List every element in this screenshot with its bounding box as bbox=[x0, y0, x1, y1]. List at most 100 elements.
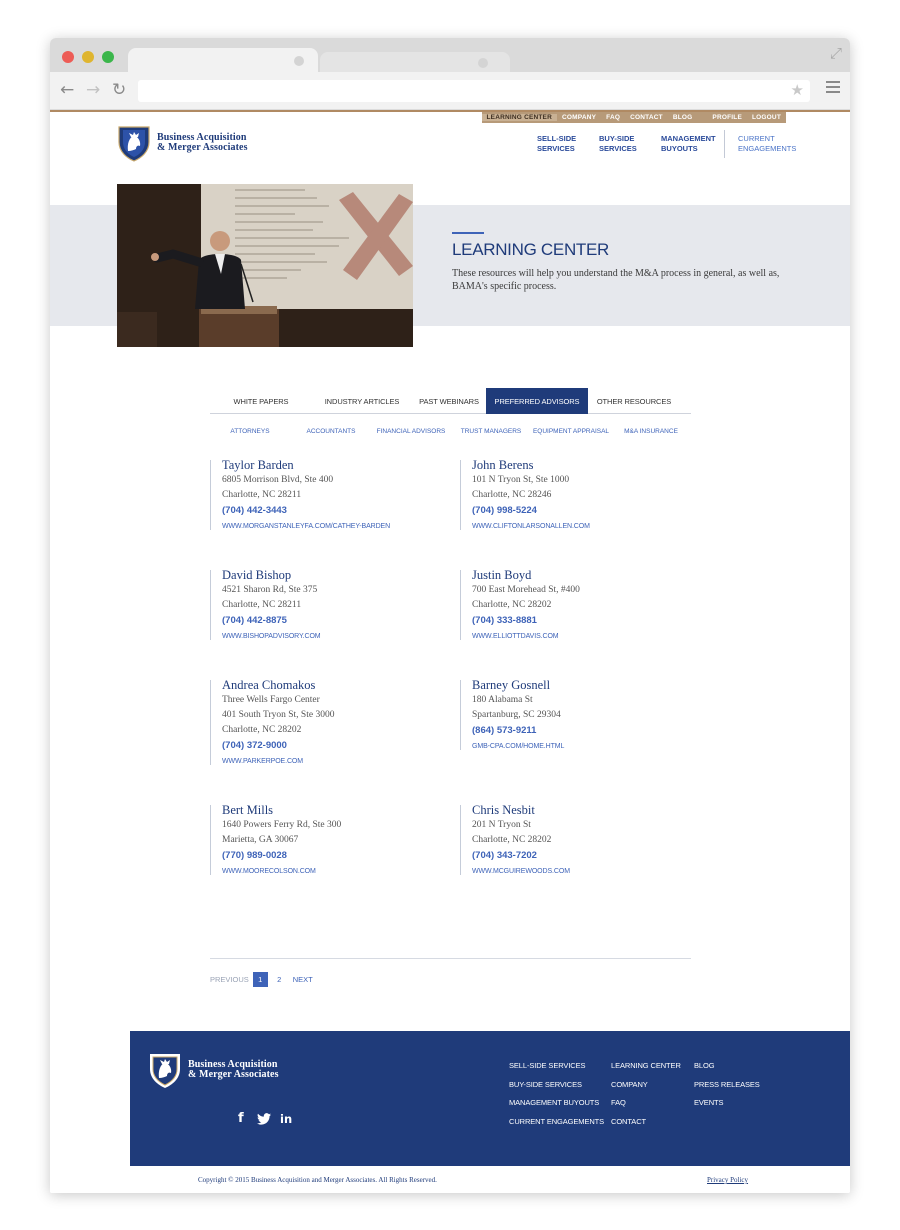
footer-link[interactable]: LEARNING CENTER bbox=[611, 1061, 681, 1080]
advisor-phone-link[interactable]: (770) 989-0028 bbox=[222, 848, 440, 863]
nav-buy-side-services[interactable]: BUY-SIDE SERVICES bbox=[599, 134, 637, 154]
website: LEARNING CENTER COMPANY FAQ CONTACT BLOG… bbox=[50, 110, 850, 1193]
footer-link[interactable]: MANAGEMENT BUYOUTS bbox=[509, 1098, 604, 1117]
advisor-name: Andrea Chomakos bbox=[222, 678, 316, 692]
advisor-website-link[interactable]: WWW.MCGUIREWOODS.COM bbox=[472, 868, 690, 875]
utility-nav: LEARNING CENTER COMPANY FAQ CONTACT BLOG… bbox=[481, 112, 786, 123]
tab-industry-articles[interactable]: INDUSTRY ARTICLES bbox=[312, 388, 412, 414]
advisor-name: Barney Gosnell bbox=[472, 678, 551, 692]
forward-arrow-icon[interactable]: → bbox=[86, 80, 100, 100]
browser-tab-active[interactable] bbox=[128, 48, 318, 74]
utility-link-blog[interactable]: BLOG bbox=[668, 114, 698, 121]
advisor-address-line: Spartanburg, SC 29304 bbox=[472, 710, 561, 720]
footer-link[interactable]: EVENTS bbox=[694, 1098, 760, 1117]
advisor-website-link[interactable]: WWW.PARKERPOE.COM bbox=[222, 758, 440, 765]
advisor-address-line: Charlotte, NC 28211 bbox=[222, 600, 302, 610]
subtab-trust-managers[interactable]: TRUST MANAGERS bbox=[461, 428, 522, 435]
fullscreen-icon[interactable]: ⤢ bbox=[830, 44, 842, 62]
utility-link-faq[interactable]: FAQ bbox=[601, 114, 625, 121]
subtab-attorneys[interactable]: ATTORNEYS bbox=[230, 428, 269, 435]
subtab-equipment-appraisal[interactable]: EQUIPMENT APPRAISAL bbox=[533, 428, 609, 435]
nav-label: SERVICES bbox=[599, 144, 637, 153]
site-logo[interactable]: Business Acquisition & Merger Associates bbox=[117, 124, 248, 162]
hamburger-menu-icon[interactable] bbox=[826, 81, 840, 96]
footer-link[interactable]: SELL-SIDE SERVICES bbox=[509, 1061, 604, 1080]
tab-past-webinars[interactable]: PAST WEBINARS bbox=[412, 388, 486, 414]
reload-icon[interactable]: ↻ bbox=[112, 80, 126, 100]
footer-link[interactable]: FAQ bbox=[611, 1098, 681, 1117]
advisor-website-link[interactable]: WWW.CLIFTONLARSONALLEN.COM bbox=[472, 523, 690, 530]
advisor-name: Justin Boyd bbox=[472, 568, 532, 582]
footer-column-news: BLOG PRESS RELEASES EVENTS bbox=[694, 1061, 760, 1117]
facebook-icon[interactable]: f bbox=[238, 1111, 244, 1126]
footer-link[interactable]: CURRENT ENGAGEMENTS bbox=[509, 1117, 604, 1136]
advisor-phone-link[interactable]: (704) 333-8881 bbox=[472, 613, 690, 628]
nav-management-buyouts[interactable]: MANAGEMENT BUYOUTS bbox=[661, 134, 716, 154]
linkedin-icon[interactable]: in bbox=[280, 1112, 292, 1126]
footer-logo-line-2: & Merger Associates bbox=[188, 1069, 279, 1080]
subtab-financial-advisors[interactable]: FINANCIAL ADVISORS bbox=[377, 428, 446, 435]
footer-link[interactable]: COMPANY bbox=[611, 1080, 681, 1099]
maximize-window-button[interactable] bbox=[102, 51, 114, 63]
advisor-website-link[interactable]: WWW.MOORECOLSON.COM bbox=[222, 868, 440, 875]
subtab-accountants[interactable]: ACCOUNTANTS bbox=[307, 428, 356, 435]
advisor-website-link[interactable]: GMB-CPA.COM/HOME.HTML bbox=[472, 743, 690, 750]
star-icon[interactable]: ★ bbox=[791, 81, 804, 99]
advisor-address-line: 1640 Powers Ferry Rd, Ste 300 bbox=[222, 820, 342, 830]
advisor-website-link[interactable]: WWW.MORGANSTANLEYFA.COM/CATHEY-BARDEN bbox=[222, 523, 440, 530]
copyright-text: Copyright © 2015 Business Acquisition an… bbox=[198, 1176, 437, 1184]
pagination-next[interactable]: NEXT bbox=[293, 975, 313, 984]
utility-link-contact[interactable]: CONTACT bbox=[625, 114, 668, 121]
close-window-button[interactable] bbox=[62, 51, 74, 63]
advisor-address-line: Charlotte, NC 28211 bbox=[222, 490, 302, 500]
tab-other-resources[interactable]: OTHER RESOURCES bbox=[588, 388, 680, 414]
advisor-phone-link[interactable]: (704) 343-7202 bbox=[472, 848, 690, 863]
utility-link-logout[interactable]: LOGOUT bbox=[747, 114, 786, 121]
utility-link-learning-center[interactable]: LEARNING CENTER bbox=[481, 114, 557, 121]
subtab-ma-insurance[interactable]: M&A INSURANCE bbox=[624, 428, 678, 435]
advisor-name: John Berens bbox=[472, 458, 534, 472]
pagination: PREVIOUS 1 2 NEXT bbox=[210, 972, 313, 987]
lion-shield-logo-icon bbox=[150, 1054, 180, 1088]
advisor-phone-link[interactable]: (864) 573-9211 bbox=[472, 723, 690, 738]
minimize-window-button[interactable] bbox=[82, 51, 94, 63]
nav-label: CURRENT bbox=[738, 134, 775, 143]
footer-column-company: LEARNING CENTER COMPANY FAQ CONTACT bbox=[611, 1061, 681, 1135]
nav-sell-side-services[interactable]: SELL-SIDE SERVICES bbox=[537, 134, 576, 154]
advisor-address-line: 6805 Morrison Blvd, Ste 400 bbox=[222, 475, 334, 485]
hero-title-accent bbox=[452, 232, 484, 234]
hero-photo bbox=[117, 184, 413, 347]
footer-link[interactable]: BLOG bbox=[694, 1061, 760, 1080]
logo-line-2: & Merger Associates bbox=[157, 142, 248, 153]
utility-link-profile[interactable]: PROFILE bbox=[707, 114, 747, 121]
advisor-name: Bert Mills bbox=[222, 803, 274, 817]
back-arrow-icon[interactable]: ← bbox=[60, 80, 74, 100]
pagination-page-2[interactable]: 2 bbox=[272, 972, 287, 987]
advisor-website-link[interactable]: WWW.BISHOPADVISORY.COM bbox=[222, 633, 440, 640]
advisor-phone-link[interactable]: (704) 442-3443 bbox=[222, 503, 440, 518]
advisor-phone-link[interactable]: (704) 372-9000 bbox=[222, 738, 440, 753]
utility-link-company[interactable]: COMPANY bbox=[557, 114, 601, 121]
footer-link[interactable]: CONTACT bbox=[611, 1117, 681, 1136]
nav-label: BUY-SIDE bbox=[599, 134, 635, 143]
advisor-name: David Bishop bbox=[222, 568, 292, 582]
browser-toolbar: ← → ↻ ★ bbox=[50, 72, 850, 110]
tab-preferred-advisors[interactable]: PREFERRED ADVISORS bbox=[486, 388, 588, 414]
footer-logo[interactable]: Business Acquisition & Merger Associates bbox=[148, 1051, 279, 1089]
nav-current-engagements[interactable]: CURRENT ENGAGEMENTS bbox=[738, 134, 796, 154]
advisor-phone-link[interactable]: (704) 442-8875 bbox=[222, 613, 440, 628]
nav-label: ENGAGEMENTS bbox=[738, 144, 797, 153]
pagination-previous[interactable]: PREVIOUS bbox=[210, 975, 249, 984]
privacy-policy-link[interactable]: Privacy Policy bbox=[707, 1176, 748, 1184]
twitter-icon[interactable] bbox=[257, 1113, 271, 1125]
advisor-website-link[interactable]: WWW.ELLIOTTDAVIS.COM bbox=[472, 633, 690, 640]
advisor-phone-link[interactable]: (704) 998-5224 bbox=[472, 503, 690, 518]
address-bar[interactable]: ★ bbox=[138, 80, 810, 102]
browser-tab[interactable] bbox=[320, 52, 510, 74]
browser-tab-bar: ⤢ bbox=[50, 38, 850, 74]
page-title: LEARNING CENTER bbox=[452, 240, 610, 259]
tab-white-papers[interactable]: WHITE PAPERS bbox=[210, 388, 312, 414]
footer-link[interactable]: PRESS RELEASES bbox=[694, 1080, 760, 1099]
footer-link[interactable]: BUY-SIDE SERVICES bbox=[509, 1080, 604, 1099]
pagination-page-1[interactable]: 1 bbox=[252, 972, 268, 987]
